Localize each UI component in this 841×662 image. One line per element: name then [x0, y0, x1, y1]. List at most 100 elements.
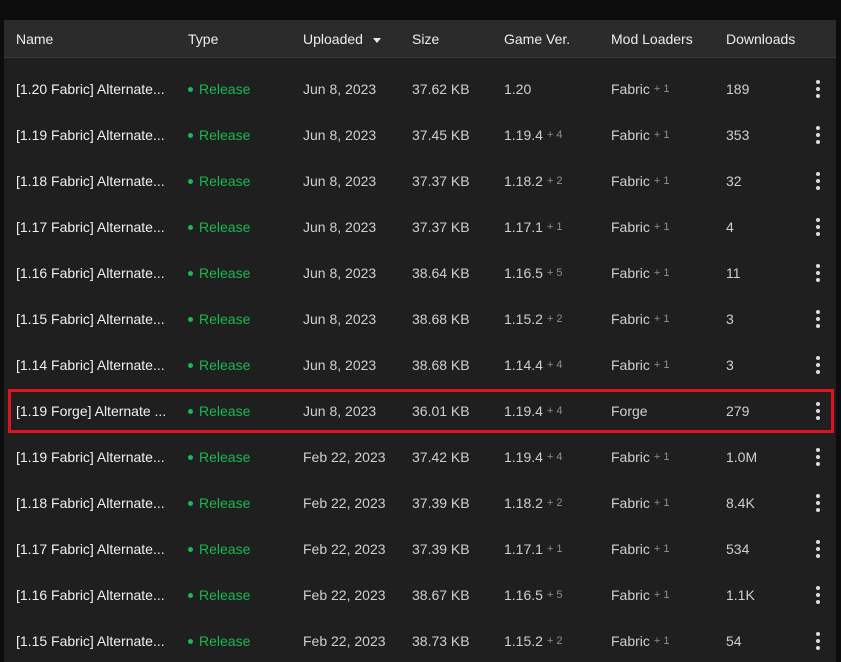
- file-name[interactable]: [1.19 Fabric] Alternate...: [16, 112, 176, 158]
- mod-loader: Forge: [611, 388, 652, 434]
- column-header-type[interactable]: Type: [188, 20, 218, 58]
- game-version-label: 1.16.5: [504, 587, 543, 603]
- column-header-mod-loaders[interactable]: Mod Loaders: [611, 20, 693, 58]
- file-name[interactable]: [1.15 Fabric] Alternate...: [16, 296, 176, 342]
- column-header-downloads[interactable]: Downloads: [726, 20, 795, 58]
- table-row[interactable]: [1.19 Fabric] Alternate... Release Jun 8…: [4, 112, 836, 158]
- release-type-label: Release: [199, 127, 251, 143]
- table-row[interactable]: [1.15 Fabric] Alternate... Release Jun 8…: [4, 296, 836, 342]
- table-row[interactable]: [1.20 Fabric] Alternate... Release Jun 8…: [4, 66, 836, 112]
- file-name[interactable]: [1.14 Fabric] Alternate...: [16, 342, 176, 388]
- file-name[interactable]: [1.17 Fabric] Alternate...: [16, 204, 176, 250]
- game-version-label: 1.16.5: [504, 265, 543, 281]
- menu-dot: [816, 646, 820, 650]
- more-options-icon[interactable]: [808, 434, 828, 480]
- file-name[interactable]: [1.16 Fabric] Alternate...: [16, 250, 176, 296]
- more-options-icon[interactable]: [808, 480, 828, 526]
- release-type-label: Release: [199, 587, 251, 603]
- table-body: [1.20 Fabric] Alternate... Release Jun 8…: [4, 66, 836, 662]
- table-row[interactable]: [1.17 Fabric] Alternate... Release Jun 8…: [4, 204, 836, 250]
- caret-down-icon[interactable]: [372, 37, 381, 43]
- table-row[interactable]: [1.19 Forge] Alternate ... Release Jun 8…: [4, 388, 836, 434]
- more-options-icon[interactable]: [808, 572, 828, 618]
- table-row[interactable]: [1.18 Fabric] Alternate... Release Feb 2…: [4, 480, 836, 526]
- more-options-icon[interactable]: [808, 618, 828, 662]
- file-size: 36.01 KB: [412, 403, 470, 419]
- file-size: 37.37 KB: [412, 219, 470, 235]
- file-name[interactable]: [1.18 Fabric] Alternate...: [16, 480, 176, 526]
- file-name[interactable]: [1.20 Fabric] Alternate...: [16, 66, 176, 112]
- release-type-label: Release: [199, 311, 251, 327]
- more-options-icon[interactable]: [808, 296, 828, 342]
- release-type: Release: [188, 342, 250, 388]
- column-header-size[interactable]: Size: [412, 20, 439, 58]
- table-row[interactable]: [1.14 Fabric] Alternate... Release Jun 8…: [4, 342, 836, 388]
- mod-loader: Fabric + 1: [611, 296, 670, 342]
- upload-date: Jun 8, 2023: [303, 127, 377, 143]
- file-name[interactable]: [1.17 Fabric] Alternate...: [16, 526, 176, 572]
- menu-dot: [816, 455, 820, 459]
- download-count: 534: [726, 541, 750, 557]
- column-header-uploaded[interactable]: Uploaded: [303, 20, 381, 58]
- menu-dot: [816, 501, 820, 505]
- table-row[interactable]: [1.16 Fabric] Alternate... Release Jun 8…: [4, 250, 836, 296]
- download-count: 32: [726, 173, 742, 189]
- menu-dot: [816, 600, 820, 604]
- mod-loader-extra: + 1: [653, 83, 670, 95]
- game-version-label: 1.18.2: [504, 173, 543, 189]
- mod-loader-label: Fabric: [611, 449, 650, 465]
- column-header-game-version[interactable]: Game Ver.: [504, 20, 570, 58]
- mod-loader-extra: + 1: [653, 451, 670, 463]
- menu-dot: [816, 172, 820, 176]
- download-count: 8.4K: [726, 495, 755, 511]
- mod-loader-label: Fabric: [611, 633, 650, 649]
- menu-dot: [816, 126, 820, 130]
- file-name[interactable]: [1.16 Fabric] Alternate...: [16, 572, 176, 618]
- more-options-icon[interactable]: [808, 526, 828, 572]
- file-name[interactable]: [1.19 Fabric] Alternate...: [16, 434, 176, 480]
- column-header-uploaded-label: Uploaded: [303, 31, 363, 47]
- release-type-label: Release: [199, 357, 251, 373]
- column-header-name[interactable]: Name: [16, 20, 53, 58]
- release-type: Release: [188, 572, 250, 618]
- file-size: 38.73 KB: [412, 633, 470, 649]
- download-count: 3: [726, 357, 734, 373]
- table-row[interactable]: [1.18 Fabric] Alternate... Release Jun 8…: [4, 158, 836, 204]
- more-options-icon[interactable]: [808, 158, 828, 204]
- more-options-icon[interactable]: [808, 204, 828, 250]
- table-row[interactable]: [1.15 Fabric] Alternate... Release Feb 2…: [4, 618, 836, 662]
- more-options-icon[interactable]: [808, 250, 828, 296]
- more-options-icon[interactable]: [808, 66, 828, 112]
- more-options-icon[interactable]: [808, 388, 828, 434]
- game-version-extra: + 4: [546, 451, 563, 463]
- menu-dot: [816, 586, 820, 590]
- file-name[interactable]: [1.19 Forge] Alternate ...: [16, 388, 176, 434]
- game-version-extra: + 4: [546, 405, 563, 417]
- upload-date: Jun 8, 2023: [303, 219, 377, 235]
- file-name[interactable]: [1.18 Fabric] Alternate...: [16, 158, 176, 204]
- upload-date: Feb 22, 2023: [303, 587, 386, 603]
- menu-dot: [816, 593, 820, 597]
- mod-loader: Fabric + 1: [611, 434, 670, 480]
- status-dot-icon: [188, 316, 193, 322]
- download-count: 279: [726, 403, 750, 419]
- mod-loader-extra: + 1: [653, 497, 670, 509]
- table-row[interactable]: [1.17 Fabric] Alternate... Release Feb 2…: [4, 526, 836, 572]
- file-name[interactable]: [1.15 Fabric] Alternate...: [16, 618, 176, 662]
- mod-loader-extra: + 1: [653, 129, 670, 141]
- table-row[interactable]: [1.19 Fabric] Alternate... Release Feb 2…: [4, 434, 836, 480]
- mod-loader-label: Fabric: [611, 219, 650, 235]
- table-row[interactable]: [1.16 Fabric] Alternate... Release Feb 2…: [4, 572, 836, 618]
- game-version-label: 1.19.4: [504, 449, 543, 465]
- mod-loader: Fabric + 1: [611, 572, 670, 618]
- game-version-extra: + 2: [546, 635, 563, 647]
- menu-dot: [816, 317, 820, 321]
- status-dot-icon: [188, 270, 193, 276]
- more-options-icon[interactable]: [808, 342, 828, 388]
- status-dot-icon: [188, 132, 193, 138]
- mod-loader: Fabric + 1: [611, 66, 670, 112]
- table-header: Name Type Uploaded Size Game Ver. Mod Lo…: [4, 20, 836, 58]
- release-type: Release: [188, 526, 250, 572]
- more-options-icon[interactable]: [808, 112, 828, 158]
- mod-loader-label: Forge: [611, 403, 648, 419]
